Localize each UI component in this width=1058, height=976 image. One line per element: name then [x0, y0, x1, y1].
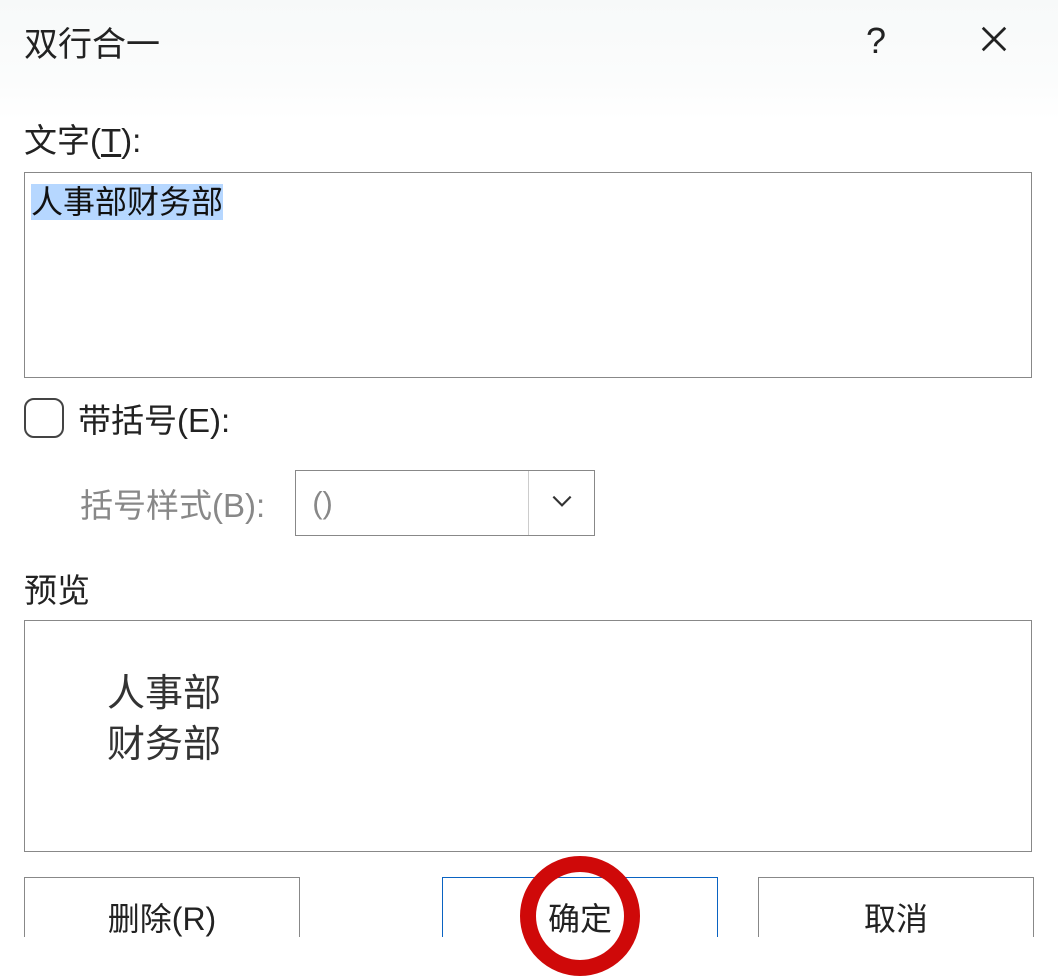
button-row: 删除(R) 确定 取消 — [24, 877, 1034, 937]
text-input[interactable]: 人事部财务部 — [24, 172, 1032, 378]
close-icon — [979, 24, 1009, 59]
enclose-brackets-row: 带括号(E): — [24, 394, 1034, 442]
bracket-style-row: 括号样式(B): () — [80, 470, 1034, 536]
cancel-button[interactable]: 取消 — [758, 877, 1034, 937]
text-input-value: 人事部财务部 — [31, 184, 223, 220]
title-bar: 双行合一 ? — [24, 14, 1034, 68]
bracket-style-label: 括号样式(B): — [80, 479, 265, 527]
text-label: 文字(T): — [24, 114, 1034, 162]
preview-box: 人事部 财务部 — [24, 620, 1032, 852]
remove-button[interactable]: 删除(R) — [24, 877, 300, 937]
preview-line-2: 财务部 — [107, 720, 1031, 771]
enclose-brackets-checkbox[interactable] — [24, 398, 64, 438]
bracket-style-value: () — [296, 485, 528, 521]
dialog-title: 双行合一 — [24, 17, 852, 66]
ok-button[interactable]: 确定 — [442, 877, 718, 937]
chevron-down-icon — [549, 488, 575, 519]
two-lines-in-one-dialog: 双行合一 ? 文字(T): 人事部财务部 带括号(E): 括号样式(B): () — [0, 0, 1058, 937]
combobox-arrow[interactable] — [528, 471, 594, 535]
close-button[interactable] — [970, 17, 1018, 65]
bracket-style-combobox[interactable]: () — [295, 470, 595, 536]
preview-label: 预览 — [24, 564, 1034, 612]
help-button[interactable]: ? — [852, 20, 900, 62]
enclose-brackets-label: 带括号(E): — [78, 394, 230, 442]
preview-line-1: 人事部 — [107, 669, 1031, 720]
